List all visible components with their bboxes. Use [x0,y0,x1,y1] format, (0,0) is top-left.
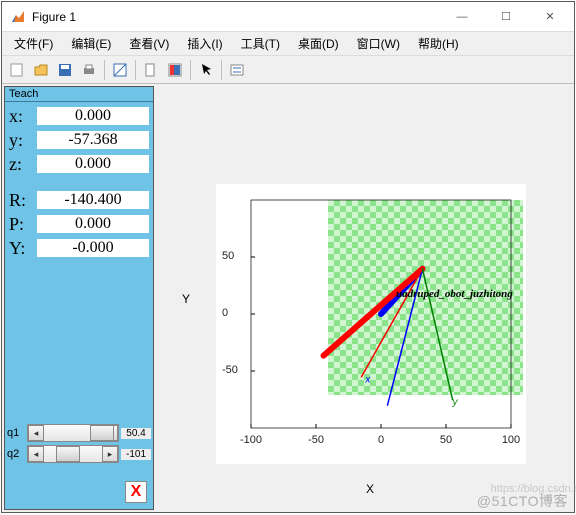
print-icon[interactable] [78,59,100,81]
pose-x-label: x: [9,106,37,127]
titlebar: Figure 1 — ☐ ✕ [2,2,574,32]
menu-help[interactable]: 帮助(H) [410,33,467,54]
menu-desktop[interactable]: 桌面(D) [290,33,347,54]
menubar: 文件(F) 编辑(E) 查看(V) 插入(I) 工具(T) 桌面(D) 窗口(W… [2,32,574,56]
insert-legend-icon[interactable] [226,59,248,81]
pose-Y-label: Y: [9,238,37,259]
plot-area: xy X Y uadruped_obot_juzhitong -100-5005… [156,84,574,512]
q2-value: -101 [121,449,151,460]
axes[interactable]: xy X Y uadruped_obot_juzhitong -100-5005… [216,184,526,464]
pose-z-label: z: [9,154,37,175]
y-axis-label: Y [182,292,190,306]
x-tick: 50 [434,434,458,446]
watermark-51cto: @51CTO博客 [477,491,568,511]
maximize-button[interactable]: ☐ [484,3,528,31]
menu-window[interactable]: 窗口(W) [349,33,408,54]
robot-name-text: uadruped_obot_juzhitong [396,288,513,300]
q1-label: q1 [7,427,27,439]
insert-colorbar-icon[interactable] [164,59,186,81]
menu-edit[interactable]: 编辑(E) [63,33,119,54]
edit-plot-icon[interactable] [109,59,131,81]
toolbar [2,56,574,84]
menu-view[interactable]: 查看(V) [121,33,177,54]
chevron-left-icon[interactable]: ◂ [28,425,44,441]
y-tick: -50 [222,364,238,376]
pose-y-value: -57.368 [37,131,149,149]
teach-panel: Teach x:0.000 y:-57.368 z:0.000 R:-140.4… [4,86,154,510]
open-icon[interactable] [30,59,52,81]
svg-text:y: y [452,397,459,408]
x-tick: -50 [304,434,328,446]
q1-value: 50.4 [121,428,151,439]
teach-close-button[interactable]: X [125,481,147,503]
minimize-button[interactable]: — [440,3,484,31]
slider-group: q1 ◂ ▸ 50.4 q2 ◂ ▸ [7,422,151,465]
pose-R-value: -140.400 [37,191,149,209]
x-tick: 0 [369,434,393,446]
matlab-icon [10,9,26,25]
robot-svg: xy [216,184,526,464]
x-axis-label: X [366,482,374,496]
pose-P-value: 0.000 [37,215,149,233]
q2-slider[interactable]: ◂ ▸ [27,445,119,463]
chevron-right-icon[interactable]: ▸ [102,446,118,462]
menu-insert[interactable]: 插入(I) [179,33,230,54]
teach-title: Teach [5,87,153,102]
pose-z-value: 0.000 [37,155,149,173]
pose-Y-value: -0.000 [37,239,149,257]
pose-x-value: 0.000 [37,107,149,125]
menu-file[interactable]: 文件(F) [6,33,61,54]
q2-label: q2 [7,448,27,460]
pose-P-label: P: [9,214,37,235]
x-tick: 100 [499,434,523,446]
save-icon[interactable] [54,59,76,81]
y-tick: 0 [222,307,228,319]
linked-plot-icon[interactable] [140,59,162,81]
menu-tools[interactable]: 工具(T) [233,33,288,54]
close-window-button[interactable]: ✕ [528,3,572,31]
svg-text:x: x [364,374,371,385]
window-title: Figure 1 [32,10,440,24]
q1-slider[interactable]: ◂ ▸ [27,424,119,442]
y-tick: 50 [222,250,234,262]
new-figure-icon[interactable] [6,59,28,81]
pose-y-label: y: [9,130,37,151]
pose-R-label: R: [9,190,37,211]
x-tick: -100 [239,434,263,446]
pointer-icon[interactable] [195,59,217,81]
chevron-left-icon[interactable]: ◂ [28,446,44,462]
